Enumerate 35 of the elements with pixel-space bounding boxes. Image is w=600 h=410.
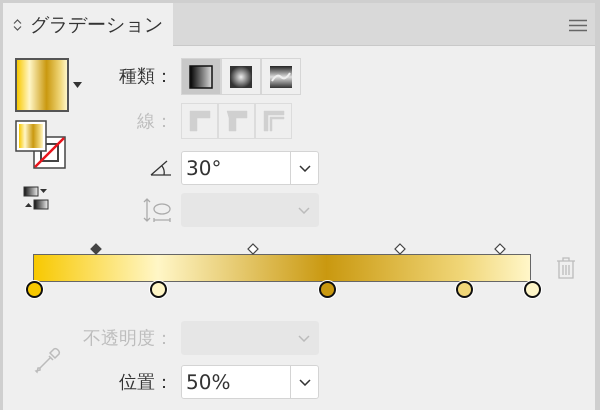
midpoint-marker[interactable] bbox=[394, 243, 406, 255]
chevron-icon[interactable] bbox=[298, 378, 310, 386]
color-stop[interactable] bbox=[319, 281, 336, 298]
color-stop[interactable] bbox=[150, 281, 167, 298]
color-stop[interactable] bbox=[26, 281, 42, 298]
freeform-gradient-icon bbox=[269, 64, 293, 88]
caret-icon[interactable] bbox=[73, 82, 82, 88]
midpoint-marker[interactable] bbox=[494, 243, 506, 255]
color-stop[interactable] bbox=[456, 281, 474, 298]
radial-gradient-icon bbox=[229, 64, 253, 88]
panel-title: グラデーション bbox=[30, 12, 163, 38]
stroke-corner-icon bbox=[262, 109, 286, 133]
type-label: 種類： bbox=[118, 65, 173, 89]
collapse-icon[interactable] bbox=[13, 18, 22, 32]
gradient-slider[interactable] bbox=[33, 254, 531, 282]
angle-icon bbox=[149, 159, 173, 177]
panel-tab[interactable]: グラデーション bbox=[3, 3, 173, 47]
aspect-ratio-icon bbox=[143, 197, 173, 223]
gradient-swatch[interactable] bbox=[15, 58, 69, 112]
chevron-icon[interactable] bbox=[298, 164, 310, 172]
linear-gradient-button[interactable] bbox=[181, 58, 221, 95]
reverse-gradient-icon[interactable] bbox=[23, 186, 49, 210]
midpoint-marker[interactable] bbox=[247, 243, 260, 255]
stroke-corner-icon bbox=[188, 109, 212, 133]
location-field[interactable]: 50% bbox=[181, 365, 319, 399]
stroke-corner-icon bbox=[224, 109, 248, 133]
midpoint-marker[interactable] bbox=[90, 243, 102, 255]
location-label: 位置： bbox=[118, 370, 173, 394]
radial-gradient-button[interactable] bbox=[221, 58, 261, 95]
color-stop[interactable] bbox=[524, 281, 540, 298]
menu-icon[interactable] bbox=[569, 19, 587, 32]
angle-field[interactable]: 30° bbox=[181, 151, 319, 185]
linear-gradient-icon bbox=[189, 64, 213, 88]
fill-stroke-icon[interactable] bbox=[15, 120, 67, 170]
freeform-gradient-button[interactable] bbox=[261, 58, 301, 95]
